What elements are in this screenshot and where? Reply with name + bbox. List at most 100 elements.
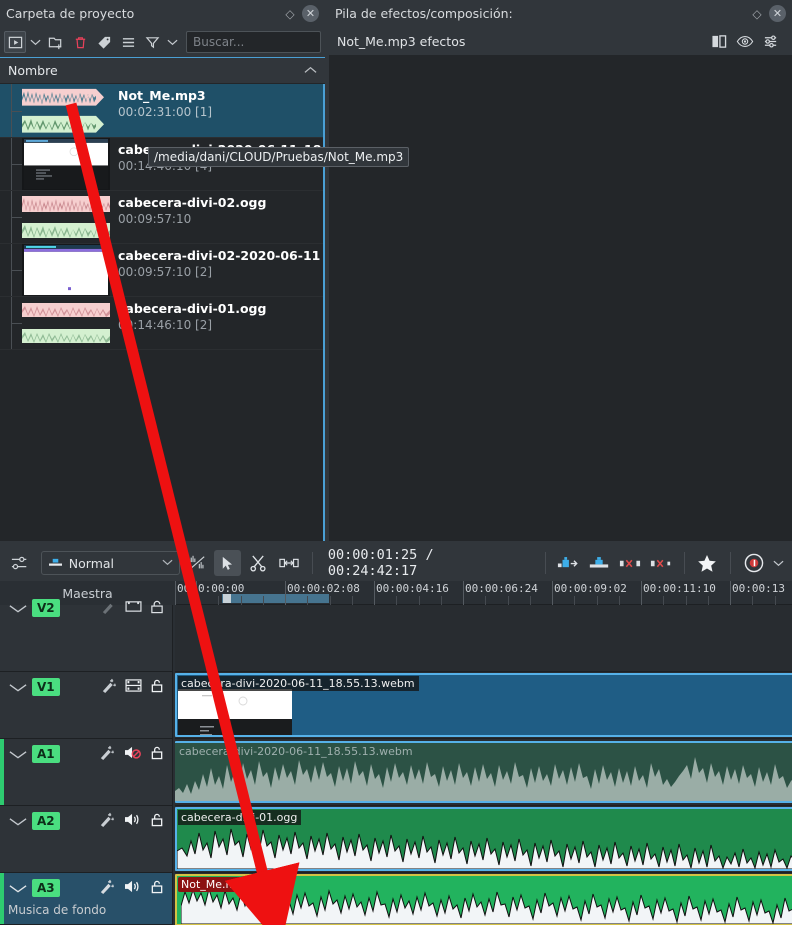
- funnel-filter-icon[interactable]: [141, 31, 163, 53]
- hamburger-menu-icon[interactable]: [117, 31, 139, 53]
- chevron-down-icon[interactable]: [8, 750, 28, 759]
- unlocked-padlock-icon[interactable]: [150, 812, 164, 830]
- close-icon[interactable]: ✕: [769, 5, 786, 22]
- project-bin-title: Carpeta de proyecto: [6, 6, 135, 21]
- clip-duration: 00:09:57:10: [118, 212, 192, 226]
- timeline-clip-a1[interactable]: cabecera-divi-2020-06-11_18.55.13.webm: [175, 741, 792, 803]
- chevron-down-icon[interactable]: [8, 817, 28, 826]
- chevron-down-icon[interactable]: [8, 884, 28, 893]
- overwrite-zone-icon[interactable]: [585, 550, 613, 576]
- track-header-a3[interactable]: A3 Musica de fondo: [0, 873, 173, 925]
- unlocked-padlock-icon[interactable]: [150, 879, 164, 897]
- timeline-clip-a3[interactable]: Not_Me.mp3: [175, 874, 792, 925]
- list-item[interactable]: cabecera-divi-02.ogg 00:09:57:10: [0, 191, 325, 244]
- clip-thumbnail: [22, 138, 110, 190]
- add-folder-icon[interactable]: [45, 31, 67, 53]
- track-tag-label[interactable]: A1: [32, 745, 60, 763]
- file-path-tooltip: /media/dani/CLOUD/Pruebas/Not_Me.mp3: [148, 147, 410, 167]
- list-item[interactable]: Not_Me.mp3 00:02:31:00 [1]: [0, 84, 325, 138]
- trash-icon[interactable]: [69, 31, 91, 53]
- track-tag-label[interactable]: V2: [32, 599, 60, 617]
- list-item[interactable]: cabecera-divi-02-2020-06-11 00:09:57:10 …: [0, 244, 325, 297]
- clip-name: Not_Me.mp3: [118, 88, 206, 103]
- timeline-position-timecode[interactable]: 00:00:01:25 / 00:24:42:17: [322, 547, 536, 579]
- razor-scissors-icon[interactable]: [244, 550, 272, 576]
- unlocked-padlock-icon[interactable]: [150, 600, 164, 617]
- timecode-current: 00:00:01:25: [327, 547, 418, 563]
- timeline-zone-bar[interactable]: [222, 594, 329, 603]
- magic-wand-icon[interactable]: [98, 745, 115, 764]
- lift-zone-icon[interactable]: [647, 550, 675, 576]
- unlocked-padlock-icon[interactable]: [150, 678, 164, 696]
- list-item[interactable]: cabecera-divi-01.ogg 00:14:46:10 [2]: [0, 297, 325, 350]
- split-compare-icon[interactable]: [706, 34, 732, 49]
- speaker-icon[interactable]: [123, 879, 142, 897]
- close-icon[interactable]: ✕: [302, 5, 319, 22]
- track-lane-v2[interactable]: [175, 605, 792, 672]
- bin-column-name-label: Nombre: [8, 63, 58, 78]
- sliders-settings-icon[interactable]: [758, 34, 784, 49]
- chevron-up-icon[interactable]: [304, 64, 317, 77]
- clip-label: cabecera-divi-2020-06-11_18.55.13.webm: [178, 676, 419, 691]
- chevron-down-icon[interactable]: [162, 558, 173, 569]
- speaker-icon[interactable]: [123, 812, 142, 830]
- magic-wand-icon[interactable]: [98, 812, 115, 831]
- mix-clip-icon[interactable]: [183, 550, 211, 576]
- speaker-muted-icon[interactable]: [123, 745, 142, 763]
- timeline[interactable]: 00: 0:00:00 00:00:02:08 00:00:04:16 00:0…: [0, 581, 792, 925]
- bin-column-header[interactable]: Nombre: [0, 57, 325, 84]
- add-clip-menu-chevron-down-icon[interactable]: [28, 31, 43, 53]
- add-clip-icon[interactable]: [4, 31, 26, 53]
- tree-indent-guide: [0, 297, 22, 349]
- select-pointer-icon[interactable]: [213, 550, 242, 576]
- effect-stack-clip-name: Not_Me.mp3 efectos: [337, 33, 466, 49]
- clip-thumbnail: [22, 297, 110, 349]
- clip-label: cabecera-divi-01.ogg: [178, 810, 302, 825]
- magic-wand-icon[interactable]: [100, 599, 117, 618]
- clip-label: cabecera-divi-2020-06-11_18.55.13.webm: [179, 745, 413, 758]
- timeline-ruler[interactable]: 00: 0:00:00 00:00:02:08 00:00:04:16 00:0…: [175, 581, 792, 605]
- clip-duration: 00:14:46:10 [2]: [118, 318, 213, 332]
- star-favorite-icon[interactable]: [694, 550, 722, 576]
- search-input[interactable]: Buscar...: [186, 31, 321, 53]
- timeline-settings-icon[interactable]: [6, 550, 34, 576]
- track-header-a2[interactable]: A2: [0, 806, 173, 873]
- track-name-label[interactable]: Musica de fondo: [0, 903, 172, 917]
- effect-stack-title: Pila de efectos/composición:: [335, 6, 513, 21]
- tag-icon[interactable]: [93, 31, 115, 53]
- magic-wand-icon[interactable]: [100, 678, 117, 697]
- track-color-stripe: [0, 873, 4, 924]
- edit-mode-select[interactable]: Normal: [40, 551, 180, 575]
- film-strip-icon[interactable]: [125, 600, 142, 616]
- chevron-down-icon[interactable]: [8, 683, 28, 692]
- unlocked-padlock-icon[interactable]: [150, 745, 164, 763]
- magic-wand-icon[interactable]: [98, 879, 115, 898]
- film-strip-icon[interactable]: [125, 679, 142, 695]
- track-header-column: Maestra V2 V1 A1 A2 A3 Musica de fondo: [0, 581, 175, 925]
- record-chevron-down-icon[interactable]: [771, 552, 786, 574]
- timeline-clip-v1[interactable]: cabecera-divi-2020-06-11_18.55.13.webm: [175, 673, 792, 737]
- project-bin-toolbar: Buscar...: [0, 27, 325, 57]
- filter-menu-chevron-down-icon[interactable]: [165, 31, 180, 53]
- track-header-a1[interactable]: A1: [0, 739, 173, 806]
- timeline-track-area[interactable]: cabecera-divi-2020-06-11_18.55.13.webm c…: [175, 605, 792, 925]
- ruler-label: 0:00:00: [198, 582, 245, 595]
- track-tag-label[interactable]: A3: [32, 879, 60, 897]
- record-audio-icon[interactable]: [740, 550, 768, 576]
- ruler-label: 00:: [177, 582, 197, 595]
- timeline-zone-handle[interactable]: [223, 594, 231, 603]
- extract-zone-icon[interactable]: [616, 550, 644, 576]
- track-header-v2[interactable]: V2: [0, 599, 173, 672]
- track-header-v1[interactable]: V1: [0, 672, 173, 739]
- clip-duration: 00:09:57:10 [2]: [118, 265, 213, 279]
- float-icon[interactable]: ◇: [749, 6, 765, 22]
- spacer-tool-icon[interactable]: [275, 550, 303, 576]
- effect-stack-body[interactable]: [329, 55, 792, 541]
- eye-visibility-icon[interactable]: [732, 35, 758, 48]
- timeline-clip-a2[interactable]: cabecera-divi-01.ogg: [175, 807, 792, 871]
- chevron-down-icon[interactable]: [8, 604, 28, 613]
- track-tag-label[interactable]: V1: [32, 678, 60, 696]
- insert-zone-icon[interactable]: [554, 550, 582, 576]
- float-icon[interactable]: ◇: [282, 6, 298, 22]
- track-tag-label[interactable]: A2: [32, 812, 60, 830]
